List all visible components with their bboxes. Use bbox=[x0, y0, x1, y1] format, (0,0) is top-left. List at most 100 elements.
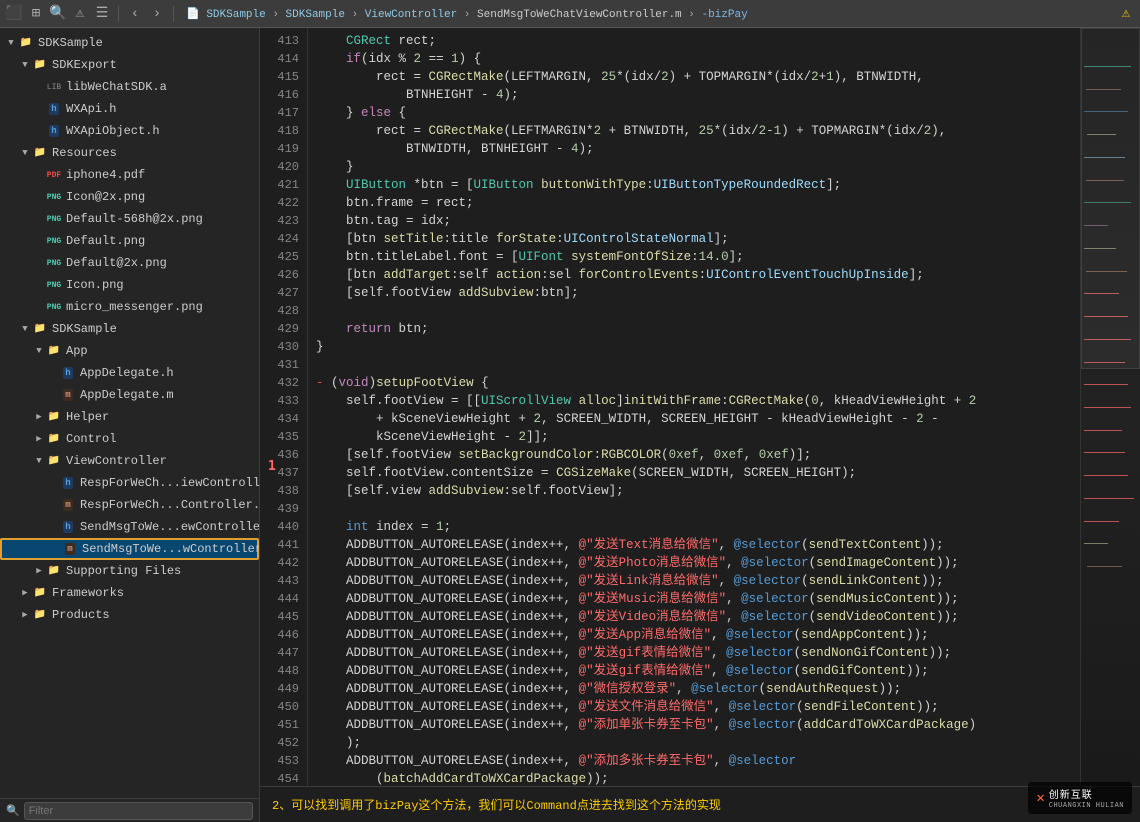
folder-icon: 📁 bbox=[46, 431, 62, 447]
h-icon: h bbox=[46, 101, 62, 117]
tree-item-sendmsg-h[interactable]: ▶ h SendMsgToWe...ewController.h bbox=[0, 516, 259, 538]
tree-item-wxapiobject-h[interactable]: ▶ h WXApiObject.h bbox=[0, 120, 259, 142]
tree-label: SDKSample bbox=[38, 36, 103, 50]
tree-arrow: ▼ bbox=[32, 454, 46, 468]
tree-label: Frameworks bbox=[52, 586, 124, 600]
sidebar: ▼ 📁 SDKSample ▼ 📁 SDKExport ▶ LIB libWeC… bbox=[0, 28, 260, 822]
tree-item-sdksample-root[interactable]: ▼ 📁 SDKSample bbox=[0, 32, 259, 54]
pdf-icon: PDF bbox=[46, 167, 62, 183]
tree-arrow: ▼ bbox=[32, 344, 46, 358]
tree-item-default[interactable]: ▶ PNG Default.png bbox=[0, 230, 259, 252]
png-icon: PNG bbox=[46, 233, 62, 249]
tree-item-iphone4pdf[interactable]: ▶ PDF iphone4.pdf bbox=[0, 164, 259, 186]
watermark-brand: 创新互联 bbox=[1049, 786, 1124, 802]
code-line-451: ADDBUTTON_AUTORELEASE(index++, @"添加单张卡券至… bbox=[316, 716, 1072, 734]
tree-label: Control bbox=[66, 432, 116, 446]
tree-item-default568h[interactable]: ▶ PNG Default-568h@2x.png bbox=[0, 208, 259, 230]
tree-label: Default.png bbox=[66, 234, 145, 248]
tree-item-sendmsg-m[interactable]: ▶ m SendMsgToWe...wController.m bbox=[0, 538, 259, 560]
nav-forward-button[interactable]: › bbox=[149, 6, 165, 22]
tree-item-control[interactable]: ▶ 📁 Control bbox=[0, 428, 259, 450]
minimap bbox=[1080, 28, 1140, 786]
tree-item-sdkexport[interactable]: ▼ 📁 SDKExport bbox=[0, 54, 259, 76]
tree-arrow: ▼ bbox=[18, 146, 32, 160]
code-line-435: kSceneViewHeight - 2]]; bbox=[316, 428, 1072, 446]
folder-icon: 📁 bbox=[32, 321, 48, 337]
nav-back-button[interactable]: ‹ bbox=[127, 6, 143, 22]
code-line-418: rect = CGRectMake(LEFTMARGIN*2 + BTNWIDT… bbox=[316, 122, 1072, 140]
tree-item-default2x[interactable]: ▶ PNG Default@2x.png bbox=[0, 252, 259, 274]
folder-icon: 📁 bbox=[46, 343, 62, 359]
annotation-text: 2、可以找到调用了bizPay这个方法，我们可以Command点进去找到这个方法… bbox=[272, 796, 721, 813]
tree-item-frameworks[interactable]: ▶ 📁 Frameworks bbox=[0, 582, 259, 604]
code-line-427: [self.footView addSubview:btn]; bbox=[316, 284, 1072, 302]
code-line-446: ADDBUTTON_AUTORELEASE(index++, @"发送App消息… bbox=[316, 626, 1072, 644]
tree-label: Default-568h@2x.png bbox=[66, 212, 203, 226]
code-line-445: ADDBUTTON_AUTORELEASE(index++, @"发送Video… bbox=[316, 608, 1072, 626]
tree-item-supporting[interactable]: ▶ 📁 Supporting Files bbox=[0, 560, 259, 582]
h-icon: h bbox=[60, 519, 76, 535]
tree-item-wxapi-h[interactable]: ▶ h WXApi.h bbox=[0, 98, 259, 120]
code-line-425: btn.titleLabel.font = [UIFont systemFont… bbox=[316, 248, 1072, 266]
tree-label: WXApiObject.h bbox=[66, 124, 160, 138]
tree-label: Icon.png bbox=[66, 278, 124, 292]
tree-item-respforwech-h[interactable]: ▶ h RespForWeCh...iewController.h bbox=[0, 472, 259, 494]
png-icon: PNG bbox=[46, 211, 62, 227]
toolbar-icon-2[interactable]: ⊞ bbox=[28, 6, 44, 22]
tree-arrow: ▶ bbox=[18, 586, 32, 600]
toolbar-icon-4[interactable]: ⚠ bbox=[72, 6, 88, 22]
code-line-422: btn.frame = rect; bbox=[316, 194, 1072, 212]
breadcrumb-toolbar: 📄 SDKSample › SDKSample › ViewController… bbox=[186, 7, 748, 21]
main-content: ▼ 📁 SDKSample ▼ 📁 SDKExport ▶ LIB libWeC… bbox=[0, 28, 1140, 822]
tree-item-appdelegate-m[interactable]: ▶ m AppDelegate.m bbox=[0, 384, 259, 406]
tree-item-icon2x[interactable]: ▶ PNG Icon@2x.png bbox=[0, 186, 259, 208]
code-content[interactable]: CGRect rect; if(idx % 2 == 1) { rect = C… bbox=[308, 28, 1080, 786]
tree-item-icon[interactable]: ▶ PNG Icon.png bbox=[0, 274, 259, 296]
folder-icon: 📁 bbox=[32, 585, 48, 601]
folder-icon: 📁 bbox=[46, 409, 62, 425]
code-line-441: ADDBUTTON_AUTORELEASE(index++, @"发送Text消… bbox=[316, 536, 1072, 554]
editor: 413 414 415 416 417 418 419 420 421 422 … bbox=[260, 28, 1140, 822]
watermark-logo: ✕ bbox=[1036, 790, 1044, 807]
tree-arrow: ▶ bbox=[32, 564, 46, 578]
filter-input[interactable] bbox=[24, 802, 253, 820]
badge-1: 1 bbox=[268, 459, 276, 474]
code-line-421: UIButton *btn = [UIButton buttonWithType… bbox=[316, 176, 1072, 194]
toolbar-icon-5[interactable]: ☰ bbox=[94, 6, 110, 22]
sidebar-tree[interactable]: ▼ 📁 SDKSample ▼ 📁 SDKExport ▶ LIB libWeC… bbox=[0, 28, 259, 798]
code-line-453: ADDBUTTON_AUTORELEASE(index++, @"添加多张卡券至… bbox=[316, 752, 1072, 770]
code-line-452: ); bbox=[316, 734, 1072, 752]
toolbar-separator-2 bbox=[173, 6, 174, 22]
tree-item-appdelegate-h[interactable]: ▶ h AppDelegate.h bbox=[0, 362, 259, 384]
toolbar-icon-1[interactable]: ⬛ bbox=[6, 6, 22, 22]
tree-item-viewcontroller[interactable]: ▼ 📁 ViewController bbox=[0, 450, 259, 472]
code-line-431 bbox=[316, 356, 1072, 374]
tree-arrow: ▼ bbox=[18, 322, 32, 336]
tree-arrow: ▼ bbox=[18, 58, 32, 72]
code-line-440: int index = 1; bbox=[316, 518, 1072, 536]
tree-item-micromessenger[interactable]: ▶ PNG micro_messenger.png bbox=[0, 296, 259, 318]
code-line-428 bbox=[316, 302, 1072, 320]
toolbar-separator-1 bbox=[118, 6, 119, 22]
tree-item-products[interactable]: ▶ 📁 Products bbox=[0, 604, 259, 626]
png-icon: PNG bbox=[46, 255, 62, 271]
tree-item-libwechatsdk[interactable]: ▶ LIB libWeChatSDK.a bbox=[0, 76, 259, 98]
code-line-437: self.footView.contentSize = CGSizeMake(S… bbox=[316, 464, 1072, 482]
watermark: ✕ 创新互联 CHUANGXIN HULIAN bbox=[1028, 782, 1132, 814]
tree-item-helper[interactable]: ▶ 📁 Helper bbox=[0, 406, 259, 428]
tree-item-app[interactable]: ▼ 📁 App bbox=[0, 340, 259, 362]
folder-icon: 📁 bbox=[32, 145, 48, 161]
code-line-432: - (void)setupFootView { bbox=[316, 374, 1072, 392]
sidebar-filter: 🔍 bbox=[0, 798, 259, 822]
folder-icon: 📁 bbox=[18, 35, 34, 51]
tree-arrow: ▶ bbox=[32, 432, 46, 446]
m-icon: m bbox=[60, 387, 76, 403]
tree-item-respforwech-mm[interactable]: ▶ m RespForWeCh...Controller.mm bbox=[0, 494, 259, 516]
warning-icon[interactable]: ⚠ bbox=[1118, 6, 1134, 22]
toolbar-icon-3[interactable]: 🔍 bbox=[50, 6, 66, 22]
code-line-417: } else { bbox=[316, 104, 1072, 122]
tree-item-resources[interactable]: ▼ 📁 Resources bbox=[0, 142, 259, 164]
tree-item-sdksample-sub[interactable]: ▼ 📁 SDKSample bbox=[0, 318, 259, 340]
code-line-426: [btn addTarget:self action:sel forContro… bbox=[316, 266, 1072, 284]
code-line-442: ADDBUTTON_AUTORELEASE(index++, @"发送Photo… bbox=[316, 554, 1072, 572]
